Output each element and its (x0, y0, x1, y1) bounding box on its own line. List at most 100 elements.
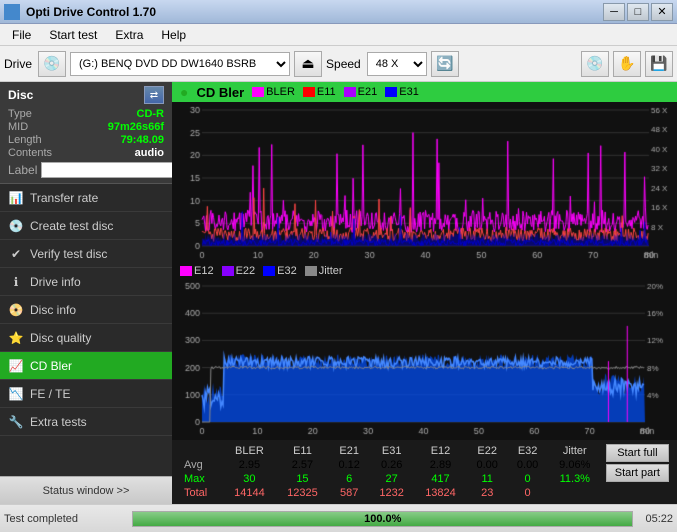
stats-e31-header: E31 (369, 444, 414, 458)
disc-button[interactable]: 💿 (581, 51, 609, 77)
disc-quality-label: Disc quality (30, 331, 91, 345)
legend-bler: BLER (252, 86, 295, 98)
sidebar-item-transfer-rate[interactable]: 📊 Transfer rate (0, 184, 172, 212)
status-text: Test completed (4, 513, 124, 525)
sidebar-item-create-test-disc[interactable]: 💿 Create test disc (0, 212, 172, 240)
total-bler: 14144 (223, 486, 276, 500)
legend-e31: E31 (385, 86, 419, 98)
e32-color (263, 266, 275, 276)
e12-color (180, 266, 192, 276)
drive-icon-btn[interactable]: 💿 (38, 51, 66, 77)
save-button[interactable]: 💾 (645, 51, 673, 77)
maximize-button[interactable]: □ (627, 3, 649, 21)
stats-table-wrap: BLER E11 E21 E31 E12 E22 E32 Jitter (180, 444, 602, 500)
sidebar-item-extra-tests[interactable]: 🔧 Extra tests (0, 408, 172, 436)
extra-tests-label: Extra tests (30, 415, 87, 429)
legend-e12: E12 (180, 265, 214, 277)
avg-e32: 0.00 (507, 458, 547, 472)
speed-select[interactable]: 48 X (367, 52, 427, 76)
legend-e32: E32 (263, 265, 297, 277)
sidebar-item-cd-bler[interactable]: 📈 CD Bler (0, 352, 172, 380)
statusbar: Test completed 100.0% 05:22 (0, 504, 677, 532)
stats-jitter-header: Jitter (548, 444, 602, 458)
total-e11: 12325 (276, 486, 329, 500)
sidebar-item-fe-te[interactable]: 📉 FE / TE (0, 380, 172, 408)
disc-contents-row: Contents audio (8, 147, 164, 159)
mid-label: MID (8, 121, 28, 133)
stats-row: BLER E11 E21 E31 E12 E22 E32 Jitter (180, 444, 669, 500)
sidebar-item-disc-info[interactable]: 📀 Disc info (0, 296, 172, 324)
label-input[interactable] (41, 162, 175, 178)
close-button[interactable]: ✕ (651, 3, 673, 21)
refresh-button[interactable]: 🔄 (431, 51, 459, 77)
status-time: 05:22 (645, 513, 673, 525)
app-icon (4, 4, 20, 20)
toolbar: Drive 💿 (G:) BENQ DVD DD DW1640 BSRB ⏏ S… (0, 46, 677, 82)
avg-e21: 0.12 (329, 458, 369, 472)
e21-label: E21 (358, 86, 378, 98)
max-label: Max (180, 472, 223, 486)
e31-color (385, 87, 397, 97)
chart-header: ● CD Bler BLER E11 E21 E31 (172, 82, 677, 102)
menu-file[interactable]: File (4, 26, 39, 44)
e22-color (222, 266, 234, 276)
avg-e12: 2.89 (414, 458, 467, 472)
sidebar-item-verify-test-disc[interactable]: ✔ Verify test disc (0, 240, 172, 268)
titlebar: Opti Drive Control 1.70 ─ □ ✕ (0, 0, 677, 24)
menu-extra[interactable]: Extra (107, 26, 151, 44)
left-panel: Disc ⇄ Type CD-R MID 97m26s66f Length 79… (0, 82, 172, 504)
titlebar-buttons: ─ □ ✕ (603, 3, 673, 21)
fe-te-icon: 📉 (8, 386, 24, 402)
length-value: 79:48.09 (121, 134, 164, 146)
menu-help[interactable]: Help (153, 26, 194, 44)
disc-swap-button[interactable]: ⇄ (144, 86, 164, 104)
e32-label: E32 (277, 265, 297, 277)
start-full-button[interactable]: Start full (606, 444, 669, 462)
disc-mid-row: MID 97m26s66f (8, 121, 164, 133)
stats-e12-header: E12 (414, 444, 467, 458)
disc-type-row: Type CD-R (8, 108, 164, 120)
transfer-rate-label: Transfer rate (30, 191, 98, 205)
menu-start-test[interactable]: Start test (41, 26, 105, 44)
bler-color (252, 87, 264, 97)
max-e11: 15 (276, 472, 329, 486)
hand-button[interactable]: ✋ (613, 51, 641, 77)
total-e31: 1232 (369, 486, 414, 500)
transfer-rate-icon: 📊 (8, 190, 24, 206)
label-label: Label (8, 163, 37, 177)
status-window-button[interactable]: Status window >> (0, 476, 172, 504)
cd-bler-label: CD Bler (30, 359, 72, 373)
minimize-button[interactable]: ─ (603, 3, 625, 21)
lower-chart-canvas (172, 278, 677, 440)
avg-bler: 2.95 (223, 458, 276, 472)
legend-e11: E11 (303, 86, 336, 98)
disc-info-section: Disc ⇄ Type CD-R MID 97m26s66f Length 79… (0, 82, 172, 184)
total-e32: 0 (507, 486, 547, 500)
sidebar-item-drive-info[interactable]: ℹ Drive info (0, 268, 172, 296)
drive-select[interactable]: (G:) BENQ DVD DD DW1640 BSRB (70, 52, 290, 76)
type-label: Type (8, 108, 32, 120)
verify-test-disc-icon: ✔ (8, 246, 24, 262)
avg-e22: 0.00 (467, 458, 507, 472)
eject-button[interactable]: ⏏ (294, 51, 322, 77)
disc-label-row: Label 🔄 (8, 161, 164, 179)
total-label: Total (180, 486, 223, 500)
upper-chart-canvas (172, 102, 677, 264)
upper-legend: BLER E11 E21 E31 (252, 86, 419, 98)
max-e31: 27 (369, 472, 414, 486)
stats-total-row: Total 14144 12325 587 1232 13824 23 0 (180, 486, 602, 500)
total-e21: 587 (329, 486, 369, 500)
create-test-disc-label: Create test disc (30, 219, 113, 233)
legend-e21: E21 (344, 86, 378, 98)
progress-bar-wrap: 100.0% (132, 511, 633, 527)
start-part-button[interactable]: Start part (606, 464, 669, 482)
stats-avg-row: Avg 2.95 2.57 0.12 0.26 2.89 0.00 0.00 9… (180, 458, 602, 472)
sidebar-item-disc-quality[interactable]: ⭐ Disc quality (0, 324, 172, 352)
charts-wrapper: E12 E22 E32 Jitter (172, 102, 677, 440)
e12-label: E12 (194, 265, 214, 277)
legend-e22: E22 (222, 265, 256, 277)
contents-value: audio (135, 147, 164, 159)
disc-header: Disc ⇄ (8, 86, 164, 104)
total-e12: 13824 (414, 486, 467, 500)
avg-e11: 2.57 (276, 458, 329, 472)
